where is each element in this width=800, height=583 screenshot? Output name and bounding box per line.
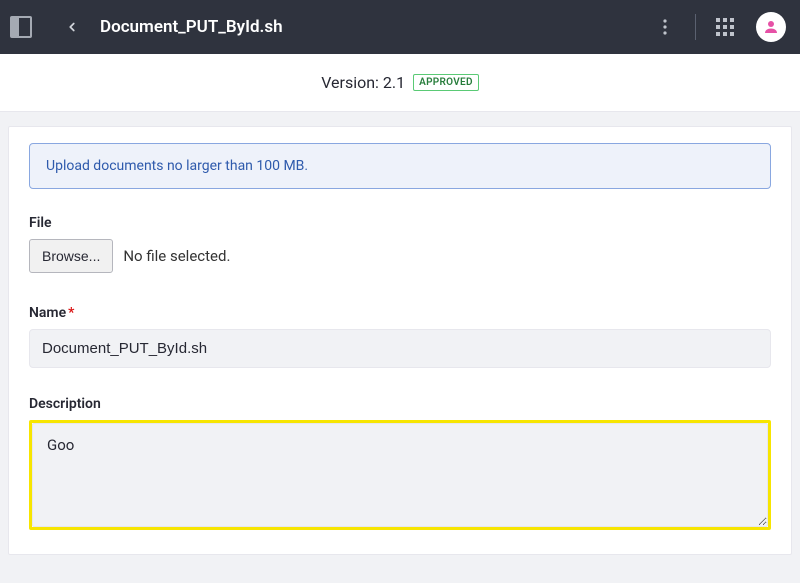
page-title: Document_PUT_ById.sh xyxy=(100,17,645,37)
panel-toggle-icon[interactable] xyxy=(10,16,32,38)
name-label: Name* xyxy=(29,305,771,321)
apps-grid-icon[interactable] xyxy=(716,18,734,36)
avatar[interactable] xyxy=(756,12,786,42)
more-menu-button[interactable] xyxy=(655,19,675,35)
version-bar: Version: 2.1 APPROVED xyxy=(0,54,800,112)
file-label: File xyxy=(29,215,771,231)
name-label-text: Name xyxy=(29,305,66,321)
form-card: Upload documents no larger than 100 MB. … xyxy=(8,126,792,555)
app-header: Document_PUT_ById.sh xyxy=(0,0,800,54)
file-input-row: Browse... No file selected. xyxy=(29,239,771,273)
upload-size-alert: Upload documents no larger than 100 MB. xyxy=(29,143,771,189)
chevron-left-icon xyxy=(65,20,79,34)
kebab-icon xyxy=(663,19,667,35)
description-label: Description xyxy=(29,396,771,412)
version-label: Version: 2.1 xyxy=(321,73,405,92)
header-separator xyxy=(695,14,696,40)
name-input[interactable] xyxy=(29,329,771,368)
status-badge: APPROVED xyxy=(413,74,479,91)
user-icon xyxy=(762,18,780,36)
back-button[interactable] xyxy=(60,15,84,39)
required-asterisk: * xyxy=(68,305,74,321)
browse-button[interactable]: Browse... xyxy=(29,239,113,273)
file-status-text: No file selected. xyxy=(123,247,230,265)
description-highlight xyxy=(29,420,771,530)
description-textarea[interactable] xyxy=(32,423,768,527)
